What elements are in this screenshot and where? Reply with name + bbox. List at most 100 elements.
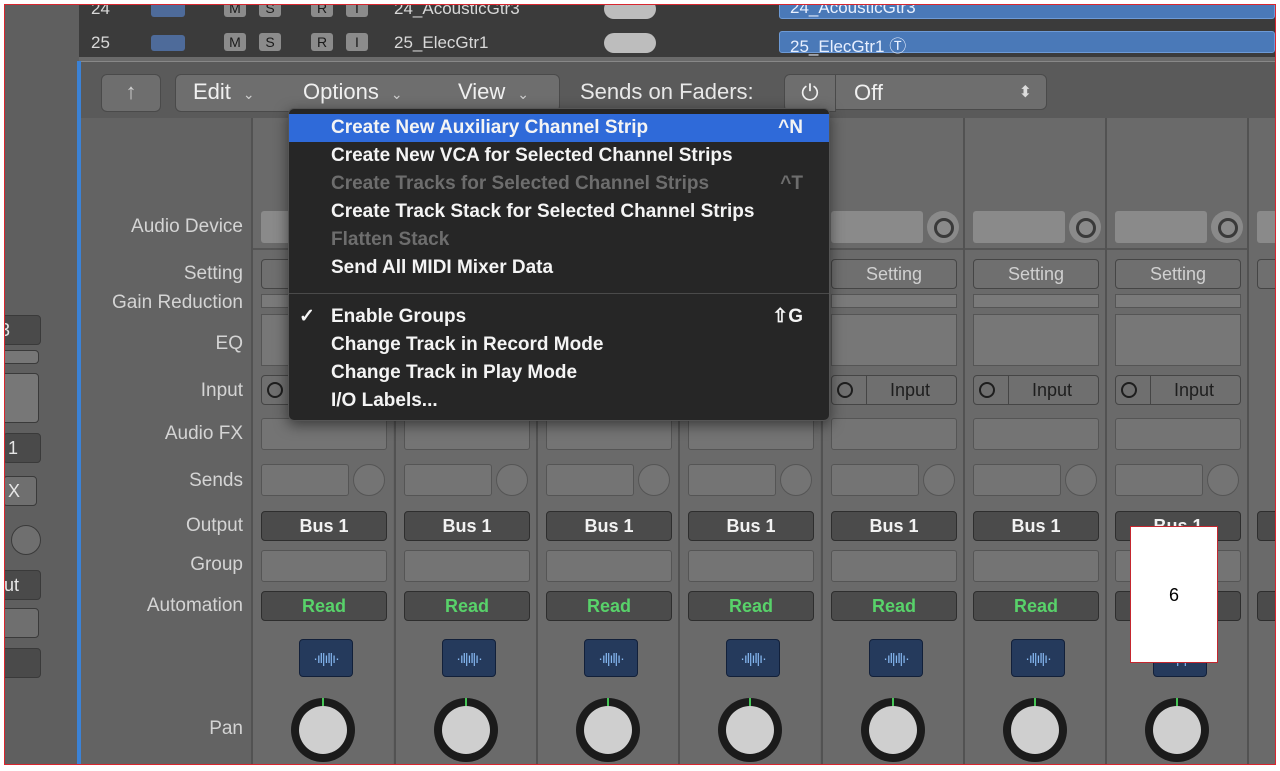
group-slot[interactable]: [973, 550, 1099, 582]
partial-field[interactable]: 3: [5, 315, 41, 345]
audio-device-knob-icon[interactable]: [927, 211, 959, 243]
audio-device-knob-icon[interactable]: [1211, 211, 1243, 243]
pan-knob[interactable]: [718, 698, 782, 762]
send-level-knob[interactable]: [1065, 464, 1097, 496]
audio-device-slot[interactable]: [973, 211, 1065, 243]
record-button[interactable]: R: [311, 5, 333, 17]
audio-device-slot[interactable]: [1257, 211, 1275, 243]
sends-on-faders-select[interactable]: Off ⬍: [835, 74, 1047, 110]
audio-fx-slot[interactable]: [973, 418, 1099, 450]
region-block[interactable]: 25_ElecGtr1 Ⓣ: [779, 31, 1275, 56]
pan-knob[interactable]: [1145, 698, 1209, 762]
audio-device-slot[interactable]: [831, 211, 923, 243]
partial-field[interactable]: X: [5, 476, 37, 506]
setting-button[interactable]: [1257, 259, 1275, 289]
audio-fx-slot[interactable]: [688, 418, 814, 450]
send-slot[interactable]: [688, 464, 776, 496]
audio-device-slot[interactable]: [1115, 211, 1207, 243]
send-slot[interactable]: [546, 464, 634, 496]
eq-display[interactable]: [973, 314, 1099, 366]
eq-display[interactable]: [831, 314, 957, 366]
send-slot[interactable]: [831, 464, 919, 496]
input-slot[interactable]: Input: [831, 375, 957, 405]
menu-item[interactable]: I/O Labels...: [289, 387, 829, 415]
volume-knob[interactable]: [604, 33, 656, 53]
audio-fx-slot[interactable]: [261, 418, 387, 450]
output-slot[interactable]: Bus 1: [831, 511, 957, 541]
audio-fx-slot[interactable]: [1115, 418, 1241, 450]
automation-mode-button[interactable]: Read: [404, 591, 530, 621]
send-level-knob[interactable]: [353, 464, 385, 496]
power-icon[interactable]: ⏻: [784, 74, 836, 112]
eq-display[interactable]: [1115, 314, 1241, 366]
pan-knob[interactable]: [861, 698, 925, 762]
send-level-knob[interactable]: [638, 464, 670, 496]
edit-menu-button[interactable]: Edit ⌄: [193, 74, 255, 110]
partial-field[interactable]: Out: [5, 570, 41, 600]
mute-button[interactable]: M: [224, 5, 246, 17]
send-level-knob[interactable]: [496, 464, 528, 496]
group-slot[interactable]: [546, 550, 672, 582]
pan-knob[interactable]: [576, 698, 640, 762]
automation-mode-button[interactable]: Read: [546, 591, 672, 621]
send-slot[interactable]: [261, 464, 349, 496]
send-slot[interactable]: [1115, 464, 1203, 496]
options-menu-button[interactable]: Options ⌄: [303, 74, 403, 110]
input-format-icon[interactable]: [1121, 382, 1137, 398]
input-format-icon[interactable]: [267, 382, 283, 398]
menu-item[interactable]: Create New VCA for Selected Channel Stri…: [289, 142, 829, 170]
audio-device-knob-icon[interactable]: [1069, 211, 1101, 243]
group-slot[interactable]: [688, 550, 814, 582]
menu-item[interactable]: Change Track in Record Mode: [289, 331, 829, 359]
send-slot[interactable]: [973, 464, 1061, 496]
solo-button[interactable]: S: [259, 33, 281, 51]
input-monitor-button[interactable]: I: [346, 33, 368, 51]
audio-fx-slot[interactable]: [546, 418, 672, 450]
menu-item[interactable]: ✓ Enable Groups ⇧G: [289, 303, 829, 331]
automation-mode-button[interactable]: [1257, 591, 1275, 621]
automation-mode-button[interactable]: Read: [688, 591, 814, 621]
audio-fx-slot[interactable]: [404, 418, 530, 450]
send-level-knob[interactable]: [923, 464, 955, 496]
pan-knob[interactable]: [434, 698, 498, 762]
output-slot[interactable]: Bus 1: [404, 511, 530, 541]
mute-button[interactable]: M: [224, 33, 246, 51]
partial-field[interactable]: 1: [5, 433, 41, 463]
automation-mode-button[interactable]: Read: [973, 591, 1099, 621]
input-slot[interactable]: Input: [1115, 375, 1241, 405]
audio-fx-slot[interactable]: [831, 418, 957, 450]
group-slot[interactable]: [404, 550, 530, 582]
partial-knob[interactable]: [11, 525, 41, 555]
menu-item[interactable]: Create New Auxiliary Channel Strip ^N: [289, 114, 829, 142]
volume-knob[interactable]: [604, 5, 656, 19]
group-slot[interactable]: [261, 550, 387, 582]
track-row[interactable]: 25 M S R I 25_ElecGtr1: [89, 33, 779, 57]
output-slot[interactable]: Bus 1: [973, 511, 1099, 541]
output-slot[interactable]: [1257, 511, 1275, 541]
setting-button[interactable]: Setting: [831, 259, 957, 289]
input-format-icon[interactable]: [979, 382, 995, 398]
output-slot[interactable]: Bus 1: [261, 511, 387, 541]
automation-mode-button[interactable]: Read: [261, 591, 387, 621]
region-block[interactable]: 24_AcousticGtr3: [779, 5, 1275, 19]
output-slot[interactable]: Bus 1: [688, 511, 814, 541]
send-slot[interactable]: [404, 464, 492, 496]
track-row[interactable]: 24 M S R I 24_AcousticGtr3: [89, 5, 779, 23]
menu-item[interactable]: Send All MIDI Mixer Data: [289, 254, 829, 282]
solo-button[interactable]: S: [259, 5, 281, 17]
setting-button[interactable]: Setting: [973, 259, 1099, 289]
output-slot[interactable]: Bus 1: [546, 511, 672, 541]
send-level-knob[interactable]: [1207, 464, 1239, 496]
automation-mode-button[interactable]: Read: [831, 591, 957, 621]
input-monitor-button[interactable]: I: [346, 5, 368, 17]
pan-knob[interactable]: [1003, 698, 1067, 762]
view-menu-button[interactable]: View ⌄: [458, 74, 529, 110]
setting-button[interactable]: Setting: [1115, 259, 1241, 289]
pan-knob[interactable]: [291, 698, 355, 762]
input-slot[interactable]: Input: [973, 375, 1099, 405]
send-level-knob[interactable]: [780, 464, 812, 496]
input-format-icon[interactable]: [837, 382, 853, 398]
group-slot[interactable]: [831, 550, 957, 582]
menu-item[interactable]: Create Track Stack for Selected Channel …: [289, 198, 829, 226]
back-arrow-icon[interactable]: ↑: [101, 74, 161, 112]
